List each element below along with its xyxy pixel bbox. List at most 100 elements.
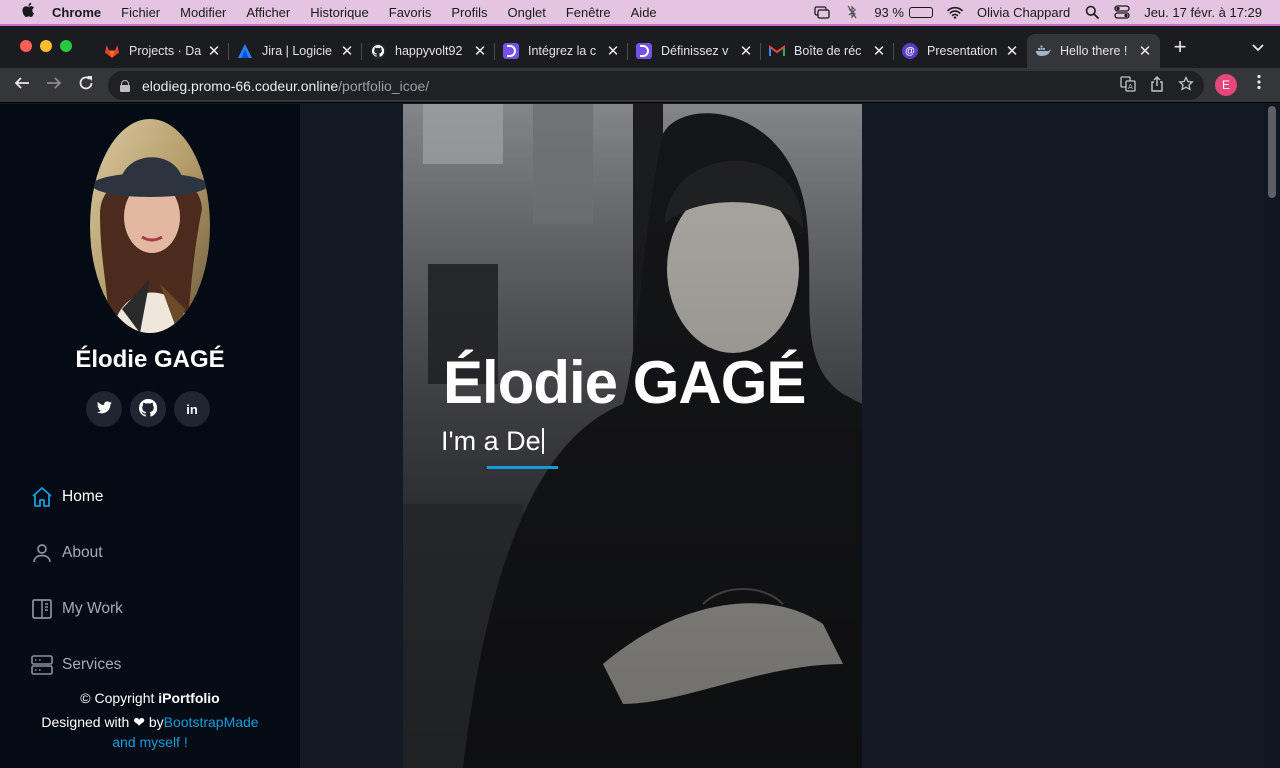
close-tab-icon[interactable]: ✕ — [1138, 42, 1152, 60]
close-tab-icon[interactable]: ✕ — [1005, 42, 1019, 60]
docker-icon — [1035, 43, 1051, 59]
browser-tab[interactable]: happyvolt92 ✕ — [362, 34, 495, 68]
bluetooth-icon[interactable] — [844, 5, 860, 19]
control-center-icon[interactable] — [1114, 5, 1130, 19]
browser-tab[interactable]: Projects · Da ✕ — [96, 34, 229, 68]
book-icon — [30, 597, 54, 621]
nav-item-home[interactable]: Home — [30, 469, 123, 525]
translate-icon[interactable]: A — [1120, 76, 1136, 95]
close-window-button[interactable] — [20, 40, 32, 52]
browser-tab[interactable]: Boîte de réc ✕ — [761, 34, 894, 68]
browser-tab-strip: Projects · Da ✕ Jira | Logicie ✕ happyvo… — [0, 24, 1280, 68]
sidebar: Élodie GAGÉ in Home About My Work Servic… — [0, 104, 300, 768]
tab-title: Intégrez la c — [528, 44, 597, 58]
address-bar[interactable]: elodieg.promo-66.codeur.online/portfolio… — [108, 71, 1204, 100]
battery-percent: 93 % — [874, 4, 904, 20]
scrollbar-thumb[interactable] — [1268, 106, 1276, 198]
menu-favoris[interactable]: Favoris — [389, 5, 432, 20]
browser-tab[interactable]: Intégrez la c ✕ — [495, 34, 628, 68]
browser-tab-active[interactable]: Hello there ! ✕ — [1027, 34, 1160, 68]
close-tab-icon[interactable]: ✕ — [340, 42, 354, 60]
social-links: in — [86, 391, 210, 427]
linkedin-link[interactable]: in — [174, 391, 210, 427]
github-link[interactable] — [130, 391, 166, 427]
zoom-window-button[interactable] — [60, 40, 72, 52]
bookmark-star-icon[interactable] — [1178, 75, 1194, 95]
nav-item-services[interactable]: Services — [30, 637, 123, 693]
twitter-link[interactable] — [86, 391, 122, 427]
typing-cursor — [541, 428, 544, 454]
hero-section: Élodie GAGÉ I'm a De — [403, 104, 862, 768]
typed-text: I'm a De — [441, 426, 541, 456]
lock-icon[interactable] — [120, 79, 130, 92]
close-tab-icon[interactable]: ✕ — [207, 42, 221, 60]
menu-app-name[interactable]: Chrome — [52, 5, 101, 20]
search-icon[interactable] — [1084, 5, 1100, 19]
minimize-window-button[interactable] — [40, 40, 52, 52]
gitlab-icon — [104, 43, 120, 59]
tab-title: Définissez v — [661, 44, 729, 58]
new-tab-button[interactable]: + — [1168, 36, 1192, 60]
nav-item-label: My Work — [62, 600, 123, 617]
profile-photo — [90, 119, 210, 333]
menu-afficher[interactable]: Afficher — [246, 5, 290, 20]
tab-list: Projects · Da ✕ Jira | Logicie ✕ happyvo… — [96, 34, 1160, 68]
hero-title: Élodie GAGÉ — [443, 349, 806, 416]
close-tab-icon[interactable]: ✕ — [473, 42, 487, 60]
menu-modifier[interactable]: Modifier — [180, 5, 226, 20]
reload-button[interactable] — [74, 73, 98, 97]
tab-title: Jira | Logicie — [262, 44, 332, 58]
close-tab-icon[interactable]: ✕ — [739, 42, 753, 60]
page-scrollbar[interactable] — [1264, 104, 1280, 768]
svg-text:A: A — [1128, 83, 1133, 91]
server-icon — [30, 653, 54, 677]
copyright-brand: iPortfolio — [158, 690, 220, 706]
web-page: Élodie GAGÉ in Home About My Work Servic… — [0, 104, 1280, 768]
close-tab-icon[interactable]: ✕ — [872, 42, 886, 60]
tab-title: Hello there ! — [1060, 44, 1128, 58]
profile-avatar[interactable]: E — [1215, 74, 1237, 96]
sidebar-footer: © Copyright iPortfolio Designed with ❤ b… — [0, 688, 300, 752]
openclassrooms-icon — [636, 43, 652, 59]
person-icon — [30, 541, 54, 565]
window-controls — [20, 40, 72, 52]
menubar-datetime[interactable]: Jeu. 17 févr. à 17:29 — [1144, 5, 1262, 20]
tab-title: Boîte de réc — [794, 44, 862, 58]
home-icon — [30, 485, 54, 509]
apple-logo-icon[interactable] — [20, 2, 36, 22]
nav-item-label: Services — [62, 656, 122, 673]
browser-tab[interactable]: Définissez v ✕ — [628, 34, 761, 68]
macos-menu-bar: Chrome Fichier Modifier Afficher Histori… — [0, 0, 1280, 24]
tab-title: happyvolt92 — [395, 44, 463, 58]
menu-onglet[interactable]: Onglet — [508, 5, 546, 20]
github-icon — [370, 43, 386, 59]
tab-search-chevron-icon[interactable] — [1248, 40, 1268, 56]
twitter-icon — [96, 401, 112, 417]
tab-title: Projects · Da — [129, 44, 202, 58]
chrome-menu-icon[interactable] — [1252, 74, 1266, 96]
linkedin-icon: in — [186, 401, 198, 417]
battery-status[interactable]: 93 % — [874, 5, 933, 20]
url-path: /portfolio_icoe/ — [338, 77, 430, 94]
menu-fichier[interactable]: Fichier — [121, 5, 160, 20]
browser-tab[interactable]: Jira | Logicie ✕ — [229, 34, 362, 68]
menu-aide[interactable]: Aide — [631, 5, 657, 20]
browser-tab[interactable]: @ Presentation ✕ — [894, 34, 1027, 68]
menu-fenetre[interactable]: Fenêtre — [566, 5, 611, 20]
hero-accent-underline — [487, 466, 558, 469]
screen-mirroring-icon[interactable] — [814, 5, 830, 19]
menubar-user[interactable]: Olivia Chappard — [977, 5, 1070, 20]
openclassrooms-icon — [503, 43, 519, 59]
forward-button[interactable] — [42, 73, 66, 97]
wifi-icon[interactable] — [947, 5, 963, 19]
back-button[interactable] — [10, 73, 34, 97]
close-tab-icon[interactable]: ✕ — [606, 42, 620, 60]
menu-profils[interactable]: Profils — [451, 5, 487, 20]
share-icon[interactable] — [1150, 76, 1164, 95]
nav-item-about[interactable]: About — [30, 525, 123, 581]
nav-item-my-work[interactable]: My Work — [30, 581, 123, 637]
gmail-icon — [769, 43, 785, 59]
menu-historique[interactable]: Historique — [310, 5, 369, 20]
jira-icon — [237, 43, 253, 59]
tab-title: Presentation — [927, 44, 998, 58]
